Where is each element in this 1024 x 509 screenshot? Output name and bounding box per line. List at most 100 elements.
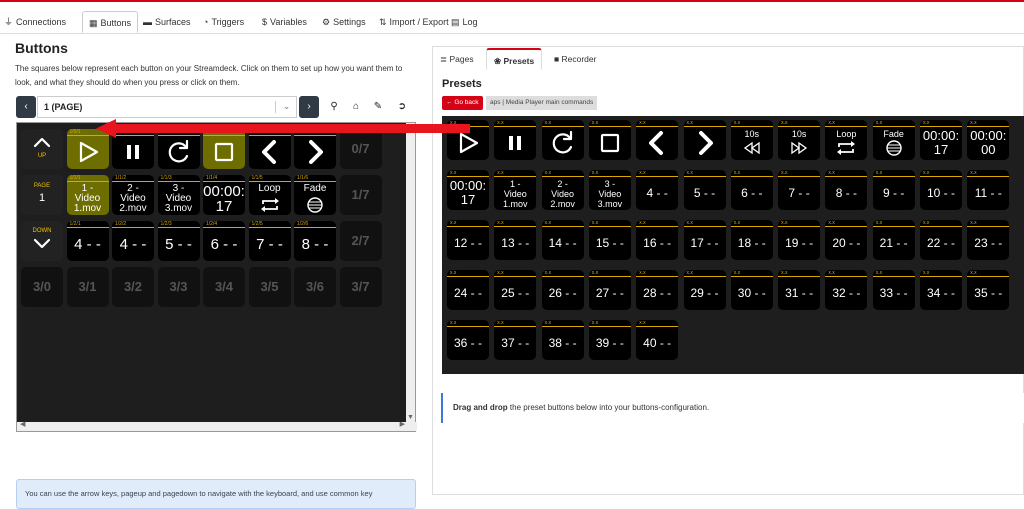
empty-button-slot[interactable]: 3/4: [203, 267, 245, 307]
export-page-button[interactable]: ➲: [392, 96, 412, 118]
preset-button[interactable]: x.x 8 - -: [825, 170, 868, 210]
scroll-down-arrow-icon[interactable]: ▼: [407, 414, 414, 421]
vertical-scrollbar[interactable]: ▼: [406, 123, 415, 423]
streamdeck-button[interactable]: 1/2/3 5 - -: [157, 221, 200, 261]
preset-button[interactable]: x.x 39 - -: [588, 320, 631, 360]
nav-tab-surfaces[interactable]: ▬ Surfaces: [143, 11, 191, 33]
empty-button-slot[interactable]: 3/6: [294, 267, 336, 307]
preset-button[interactable]: x.x 4 - -: [636, 170, 679, 210]
preset-button[interactable]: x.x 40 - -: [636, 320, 679, 360]
preset-button[interactable]: x.x 28 - -: [636, 270, 679, 310]
preset-button[interactable]: x.x 10s: [730, 120, 773, 160]
preset-button[interactable]: x.x 7 - -: [778, 170, 821, 210]
preset-button[interactable]: x.x 12 - -: [447, 220, 489, 260]
preset-button[interactable]: x.x 26 - -: [541, 270, 584, 310]
preset-button[interactable]: x.x 27 - -: [588, 270, 631, 310]
preset-button[interactable]: x.x 3 - Video 3.mov: [588, 170, 631, 210]
preset-button[interactable]: x.x 5 - -: [683, 170, 726, 210]
page-select[interactable]: 1 (PAGE) ⌄: [37, 96, 297, 118]
preset-button[interactable]: x.x 22 - -: [920, 220, 962, 260]
home-button[interactable]: ⌂: [346, 96, 366, 118]
streamdeck-button[interactable]: 1/1/1 1 - Video 1.mov: [66, 175, 109, 215]
next-page-button[interactable]: ›: [299, 96, 319, 118]
streamdeck-button[interactable]: 1/1/2 2 - Video 2.mov: [112, 175, 154, 215]
preset-button[interactable]: x.x 00:00: 17: [920, 120, 962, 160]
streamdeck-button[interactable]: 1/0/6: [294, 129, 336, 169]
go-back-button[interactable]: ← Go back: [442, 96, 483, 110]
preset-button[interactable]: x.x 9 - -: [872, 170, 915, 210]
preset-button[interactable]: x.x 20 - -: [825, 220, 868, 260]
preset-button[interactable]: x.x 37 - -: [494, 320, 537, 360]
nav-tab-triggers[interactable]: ◔ Triggers: [203, 11, 244, 33]
preset-button[interactable]: x.x 10 - -: [920, 170, 962, 210]
preset-button[interactable]: x.x 31 - -: [778, 270, 821, 310]
preset-button[interactable]: x.x 30 - -: [730, 270, 773, 310]
preset-button[interactable]: x.x 2 - Video 2.mov: [541, 170, 584, 210]
streamdeck-button[interactable]: 1/2/2 4 - -: [112, 221, 154, 261]
preset-button[interactable]: x.x: [494, 120, 537, 160]
preset-button[interactable]: x.x 29 - -: [683, 270, 726, 310]
empty-button-slot[interactable]: 3/2: [112, 267, 154, 307]
streamdeck-button[interactable]: DOWN: [21, 221, 63, 261]
streamdeck-button[interactable]: 1/2/5 7 - -: [248, 221, 291, 261]
preset-button[interactable]: x.x 23 - -: [967, 220, 1010, 260]
preset-button[interactable]: x.x Fade: [872, 120, 915, 160]
empty-button-slot[interactable]: 3/5: [248, 267, 291, 307]
preset-button[interactable]: x.x 00:00: 17: [447, 170, 489, 210]
prev-page-button[interactable]: ‹: [16, 96, 36, 118]
empty-button-slot[interactable]: 2/7: [339, 221, 382, 261]
streamdeck-button[interactable]: PAGE 1: [21, 175, 63, 215]
preset-button[interactable]: x.x 15 - -: [588, 220, 631, 260]
empty-button-slot[interactable]: 3/0: [21, 267, 63, 307]
empty-button-slot[interactable]: 3/7: [339, 267, 382, 307]
streamdeck-button[interactable]: 1/1/6 Fade: [294, 175, 336, 215]
preset-button[interactable]: x.x 38 - -: [541, 320, 584, 360]
preset-button[interactable]: x.x 00:00: 00: [967, 120, 1010, 160]
nav-tab-log[interactable]: ▤ Log: [451, 11, 478, 33]
search-button[interactable]: ⚲: [324, 96, 344, 118]
preset-button[interactable]: x.x 14 - -: [541, 220, 584, 260]
streamdeck-button[interactable]: 1/0/2: [112, 129, 154, 169]
preset-button[interactable]: x.x 35 - -: [967, 270, 1010, 310]
streamdeck-button[interactable]: 1/2/1 4 - -: [66, 221, 109, 261]
panel-tab-pages[interactable]: ≣ Pages: [433, 48, 481, 70]
preset-button[interactable]: x.x: [636, 120, 679, 160]
preset-button[interactable]: x.x 6 - -: [730, 170, 773, 210]
nav-tab-variables[interactable]: $ Variables: [262, 11, 307, 33]
preset-button[interactable]: x.x: [541, 120, 584, 160]
nav-tab-connections[interactable]: ⏚ Connections: [4, 11, 66, 33]
preset-button[interactable]: x.x 33 - -: [872, 270, 915, 310]
preset-button[interactable]: x.x 19 - -: [778, 220, 821, 260]
preset-button[interactable]: x.x: [447, 120, 489, 160]
preset-button[interactable]: x.x 18 - -: [730, 220, 773, 260]
preset-button[interactable]: x.x 1 - Video 1.mov: [494, 170, 537, 210]
preset-button[interactable]: x.x 24 - -: [447, 270, 489, 310]
streamdeck-button[interactable]: 1/2/6 8 - -: [294, 221, 336, 261]
preset-button[interactable]: x.x: [588, 120, 631, 160]
preset-button[interactable]: x.x 11 - -: [967, 170, 1010, 210]
empty-button-slot[interactable]: 3/1: [66, 267, 109, 307]
panel-tab-recorder[interactable]: ■ Recorder: [547, 48, 603, 70]
streamdeck-button[interactable]: 1/1/5 Loop: [248, 175, 291, 215]
scroll-right-arrow-icon[interactable]: ▶: [400, 420, 405, 428]
preset-button[interactable]: x.x: [683, 120, 726, 160]
panel-tab-presets[interactable]: ❀ Presets: [486, 48, 543, 70]
scroll-left-arrow-icon[interactable]: ◀: [20, 420, 25, 428]
nav-tab-import-export[interactable]: ⇅ Import / Export: [379, 11, 449, 33]
preset-button[interactable]: x.x 16 - -: [636, 220, 679, 260]
preset-button[interactable]: x.x 13 - -: [494, 220, 537, 260]
preset-button[interactable]: x.x 32 - -: [825, 270, 868, 310]
preset-button[interactable]: x.x 10s: [778, 120, 821, 160]
streamdeck-button[interactable]: 1/1/4 00:00: 17: [203, 175, 245, 215]
streamdeck-button[interactable]: 1/0/4: [203, 129, 245, 169]
edit-page-button[interactable]: ✎: [368, 96, 388, 118]
streamdeck-button[interactable]: 1/1/3 3 - Video 3.mov: [157, 175, 200, 215]
streamdeck-button[interactable]: 1/0/5: [248, 129, 291, 169]
streamdeck-button[interactable]: 1/2/4 6 - -: [203, 221, 245, 261]
streamdeck-button[interactable]: UP: [21, 129, 63, 169]
empty-button-slot[interactable]: 1/7: [339, 175, 382, 215]
horizontal-scrollbar[interactable]: ◀ ▶: [17, 420, 417, 431]
preset-button[interactable]: x.x 36 - -: [447, 320, 489, 360]
streamdeck-button[interactable]: 1/0/1: [66, 129, 109, 169]
preset-button[interactable]: x.x Loop: [825, 120, 868, 160]
